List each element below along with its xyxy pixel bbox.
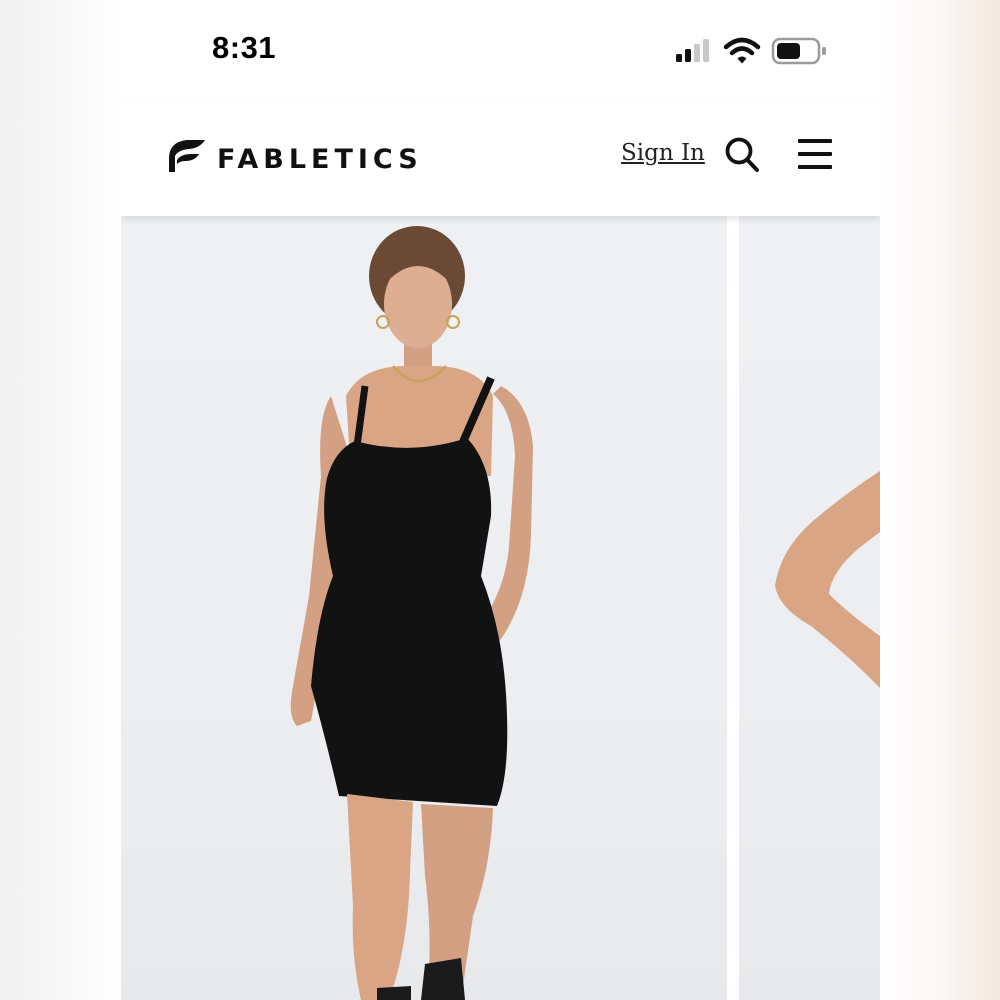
product-image-carousel[interactable] (121, 216, 880, 1000)
phone-screen: 8:31 FABLETICS Sign In (121, 0, 880, 1000)
search-icon[interactable] (724, 136, 760, 174)
battery-icon (771, 37, 829, 70)
fabletics-logo-mark-icon (167, 138, 207, 174)
status-bar: 8:31 (121, 0, 880, 100)
site-header: FABLETICS Sign In (121, 100, 880, 216)
hamburger-menu-icon[interactable] (798, 137, 832, 171)
product-image-next[interactable] (739, 216, 880, 1000)
wifi-icon (723, 36, 761, 71)
model-arm-partial-illustration (775, 471, 880, 688)
status-time: 8:31 (212, 30, 277, 65)
cellular-signal-icon (674, 36, 714, 71)
sign-in-link[interactable]: Sign In (621, 140, 705, 166)
brand-name: FABLETICS (217, 144, 423, 175)
product-image-main[interactable] (121, 216, 727, 1000)
model-dress-illustration (290, 226, 533, 1000)
